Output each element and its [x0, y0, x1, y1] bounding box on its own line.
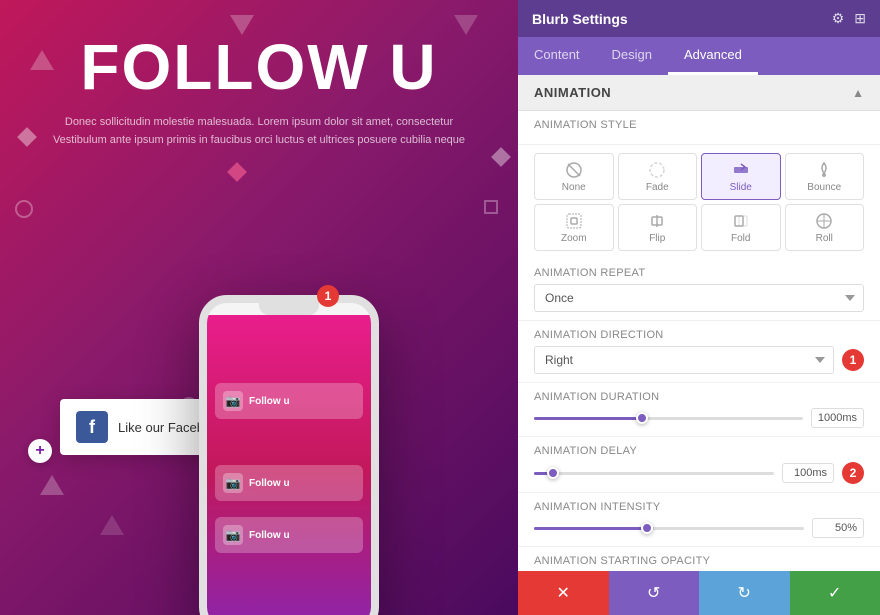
anim-flip[interactable]: Flip: [618, 204, 698, 251]
phone-social-btn-3: 📷 Follow u: [215, 517, 363, 553]
anim-fade-label: Fade: [646, 182, 669, 193]
anim-bounce-label: Bounce: [807, 182, 841, 193]
settings-panel: Blurb Settings ⚙ ⊞ Content Design Advanc…: [518, 0, 880, 615]
anim-zoom[interactable]: Zoom: [534, 204, 614, 251]
animation-direction-select[interactable]: Right Left Top Bottom: [534, 346, 834, 374]
settings-tabs: Content Design Advanced: [518, 37, 880, 75]
animation-duration-value: 1000ms: [811, 408, 864, 428]
deco-shape: [17, 127, 37, 147]
instagram-icon-2: 📷: [223, 473, 243, 493]
phone-social-btn-1: 📷 Follow u: [215, 383, 363, 419]
badge-1: 1: [317, 285, 339, 307]
phone-mockup: 📷 Follow u 📷 Follow u 📷 Follow u 1: [199, 295, 399, 615]
animation-delay-row: Animation Delay 100ms 2: [518, 437, 880, 493]
animation-duration-thumb[interactable]: [636, 412, 648, 424]
animation-delay-value: 100ms: [782, 463, 834, 483]
animation-duration-label: Animation Duration: [534, 391, 864, 403]
facebook-icon: f: [76, 411, 108, 443]
page-subtitle: Donec sollicitudin molestie malesuada. L…: [40, 114, 478, 149]
settings-footer: ✕ ↺ ↻ ✓: [518, 571, 880, 615]
tab-design[interactable]: Design: [596, 37, 668, 75]
animation-style-grid: None Fade Slide Bounce: [518, 145, 880, 259]
animation-style-row: Animation Style: [518, 111, 880, 145]
anim-none[interactable]: None: [534, 153, 614, 200]
deco-shape: [30, 50, 54, 70]
instagram-icon: 📷: [223, 391, 243, 411]
animation-delay-thumb[interactable]: [547, 467, 559, 479]
animation-direction-label: Animation Direction: [534, 329, 864, 341]
anim-roll-label: Roll: [816, 233, 833, 244]
phone-social-btn-2: 📷 Follow u: [215, 465, 363, 501]
deco-shape: [454, 15, 478, 35]
settings-header: Blurb Settings ⚙ ⊞: [518, 0, 880, 37]
anim-fold-label: Fold: [731, 233, 750, 244]
refresh-button[interactable]: ↻: [699, 571, 790, 615]
badge-2: 2: [842, 462, 864, 484]
reset-button[interactable]: ↺: [609, 571, 700, 615]
slider-fill: [534, 417, 642, 420]
anim-bounce[interactable]: Bounce: [785, 153, 865, 200]
phone-btn-label-3: Follow u: [249, 530, 290, 541]
animation-intensity-value: 50%: [812, 518, 864, 538]
deco-shape: [491, 147, 511, 167]
animation-intensity-row: Animation Intensity 50%: [518, 493, 880, 547]
animation-intensity-track: [534, 527, 804, 530]
animation-duration-track: [534, 417, 803, 420]
animation-direction-row: Animation Direction Right Left Top Botto…: [518, 321, 880, 383]
anim-zoom-label: Zoom: [561, 233, 587, 244]
left-panel: FOLLOW U Donec sollicitudin molestie mal…: [0, 0, 518, 615]
phone-frame: 📷 Follow u 📷 Follow u 📷 Follow u: [199, 295, 379, 615]
chevron-up-icon: ▲: [852, 86, 864, 100]
instagram-icon-3: 📷: [223, 525, 243, 545]
anim-fold[interactable]: Fold: [701, 204, 781, 251]
animation-repeat-label: Animation Repeat: [534, 267, 864, 279]
settings-title: Blurb Settings: [532, 11, 628, 27]
animation-opacity-label: Animation Starting Opacity: [534, 555, 864, 567]
section-title: Animation: [534, 85, 611, 100]
animation-section: Animation ▲ Animation Style None Fade: [518, 75, 880, 571]
phone-btn-label-2: Follow u: [249, 478, 290, 489]
section-header[interactable]: Animation ▲: [518, 75, 880, 111]
anim-none-label: None: [562, 182, 586, 193]
slider-fill-3: [534, 527, 647, 530]
phone-btn-label-1: Follow u: [249, 396, 290, 407]
phone-screen: 📷 Follow u 📷 Follow u 📷 Follow u: [207, 315, 371, 615]
animation-style-label: Animation Style: [534, 119, 864, 131]
tab-content[interactable]: Content: [518, 37, 596, 75]
animation-intensity-label: Animation Intensity: [534, 501, 864, 513]
animation-delay-track: [534, 472, 774, 475]
tab-advanced[interactable]: Advanced: [668, 37, 758, 75]
animation-intensity-thumb[interactable]: [641, 522, 653, 534]
anim-fade[interactable]: Fade: [618, 153, 698, 200]
animation-opacity-row: Animation Starting Opacity 0%: [518, 547, 880, 571]
animation-delay-label: Animation Delay: [534, 445, 864, 457]
phone-notch: [259, 303, 319, 315]
badge-1: 1: [842, 349, 864, 371]
deco-shape: [15, 200, 33, 218]
confirm-button[interactable]: ✓: [790, 571, 880, 615]
header-icons: ⚙ ⊞: [832, 10, 866, 27]
cancel-button[interactable]: ✕: [518, 571, 609, 615]
animation-repeat-select[interactable]: Once Loop None: [534, 284, 864, 312]
deco-shape: [40, 475, 64, 495]
page-title: FOLLOW U: [0, 0, 518, 104]
settings-content: Animation ▲ Animation Style None Fade: [518, 75, 880, 571]
anim-slide[interactable]: Slide: [701, 153, 781, 200]
animation-duration-row: Animation Duration 1000ms: [518, 383, 880, 437]
anim-slide-label: Slide: [730, 182, 752, 193]
animation-repeat-row: Animation Repeat Once Loop None: [518, 259, 880, 321]
anim-flip-label: Flip: [649, 233, 665, 244]
anim-roll[interactable]: Roll: [785, 204, 865, 251]
deco-shape: [100, 515, 124, 535]
deco-shape: [484, 200, 498, 214]
settings-icon[interactable]: ⚙: [832, 10, 845, 27]
deco-shape: [230, 15, 254, 35]
deco-shape: [227, 162, 247, 182]
add-button[interactable]: +: [28, 439, 52, 463]
expand-icon[interactable]: ⊞: [854, 10, 866, 27]
